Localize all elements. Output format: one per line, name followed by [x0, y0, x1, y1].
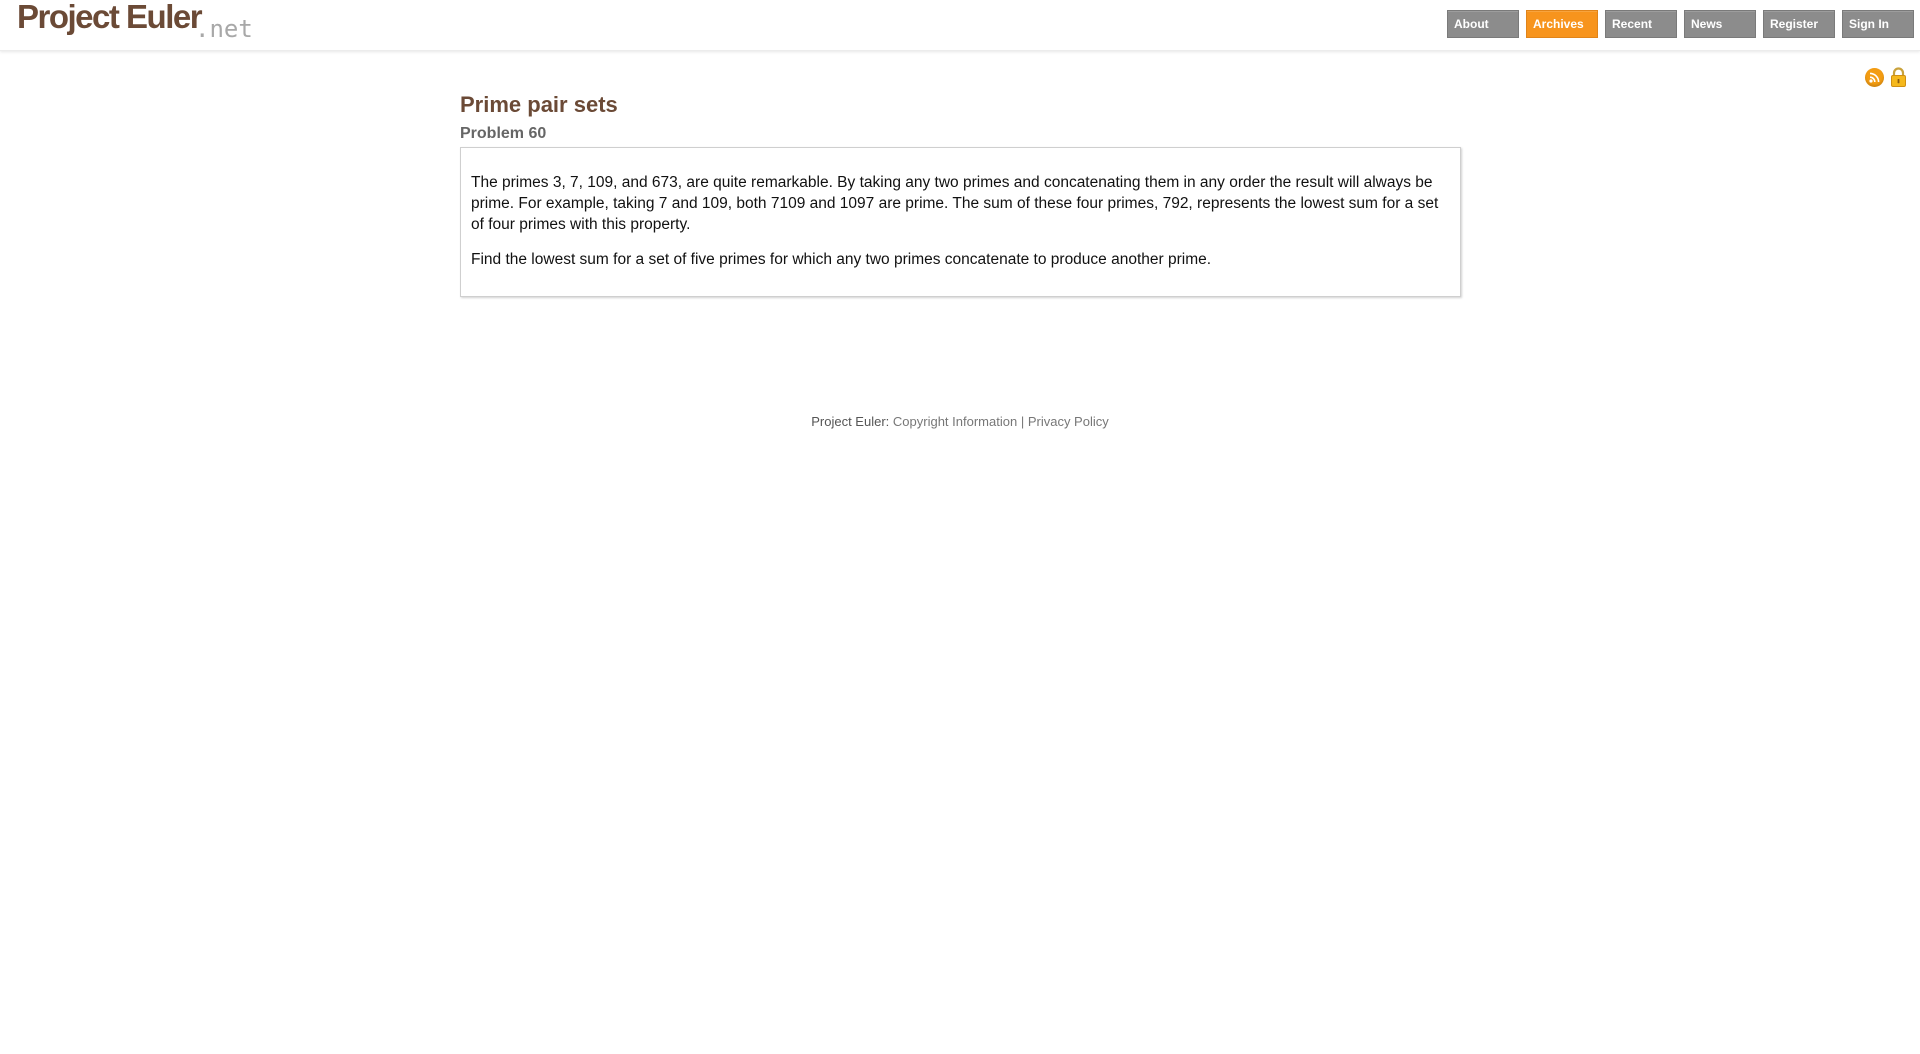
nav-register-button[interactable]: Register	[1763, 10, 1835, 38]
main-nav: About Archives Recent News Register Sign…	[1447, 10, 1914, 38]
problem-paragraph: Find the lowest sum for a set of five pr…	[471, 251, 1212, 268]
site-header: Project Euler .net About Archives Recent…	[0, 0, 1920, 51]
nav-sign-in-button[interactable]: Sign In	[1842, 10, 1914, 38]
footer-prefix: Project Euler:	[811, 414, 890, 429]
logo-text: Project Euler	[17, 0, 203, 35]
lock-icon[interactable]	[1889, 66, 1908, 88]
nav-about-button[interactable]: About	[1447, 10, 1519, 38]
problem-content: Prime pair sets Problem 60 The primes 3,…	[460, 90, 1461, 297]
problem-statement-box: The primes 3, 7, 109, and 673, are quite…	[460, 147, 1461, 297]
footer-separator: |	[1020, 414, 1025, 429]
page-title: Prime pair sets	[460, 92, 618, 117]
logo-tld: .net	[195, 15, 253, 43]
nav-recent-button[interactable]: Recent	[1605, 10, 1677, 38]
site-footer: Project Euler: Copyright Information | P…	[0, 414, 1920, 429]
privacy-link[interactable]: Privacy Policy	[1028, 414, 1109, 429]
problem-number: Problem 60	[460, 125, 547, 142]
copyright-link[interactable]: Copyright Information	[893, 414, 1017, 429]
problem-paragraph: The primes 3, 7, 109, and 673, are quite…	[471, 174, 1439, 233]
info-icons	[1865, 66, 1908, 88]
rss-icon[interactable]	[1865, 67, 1884, 87]
nav-archives-button[interactable]: Archives	[1526, 10, 1598, 38]
nav-news-button[interactable]: News	[1684, 10, 1756, 38]
